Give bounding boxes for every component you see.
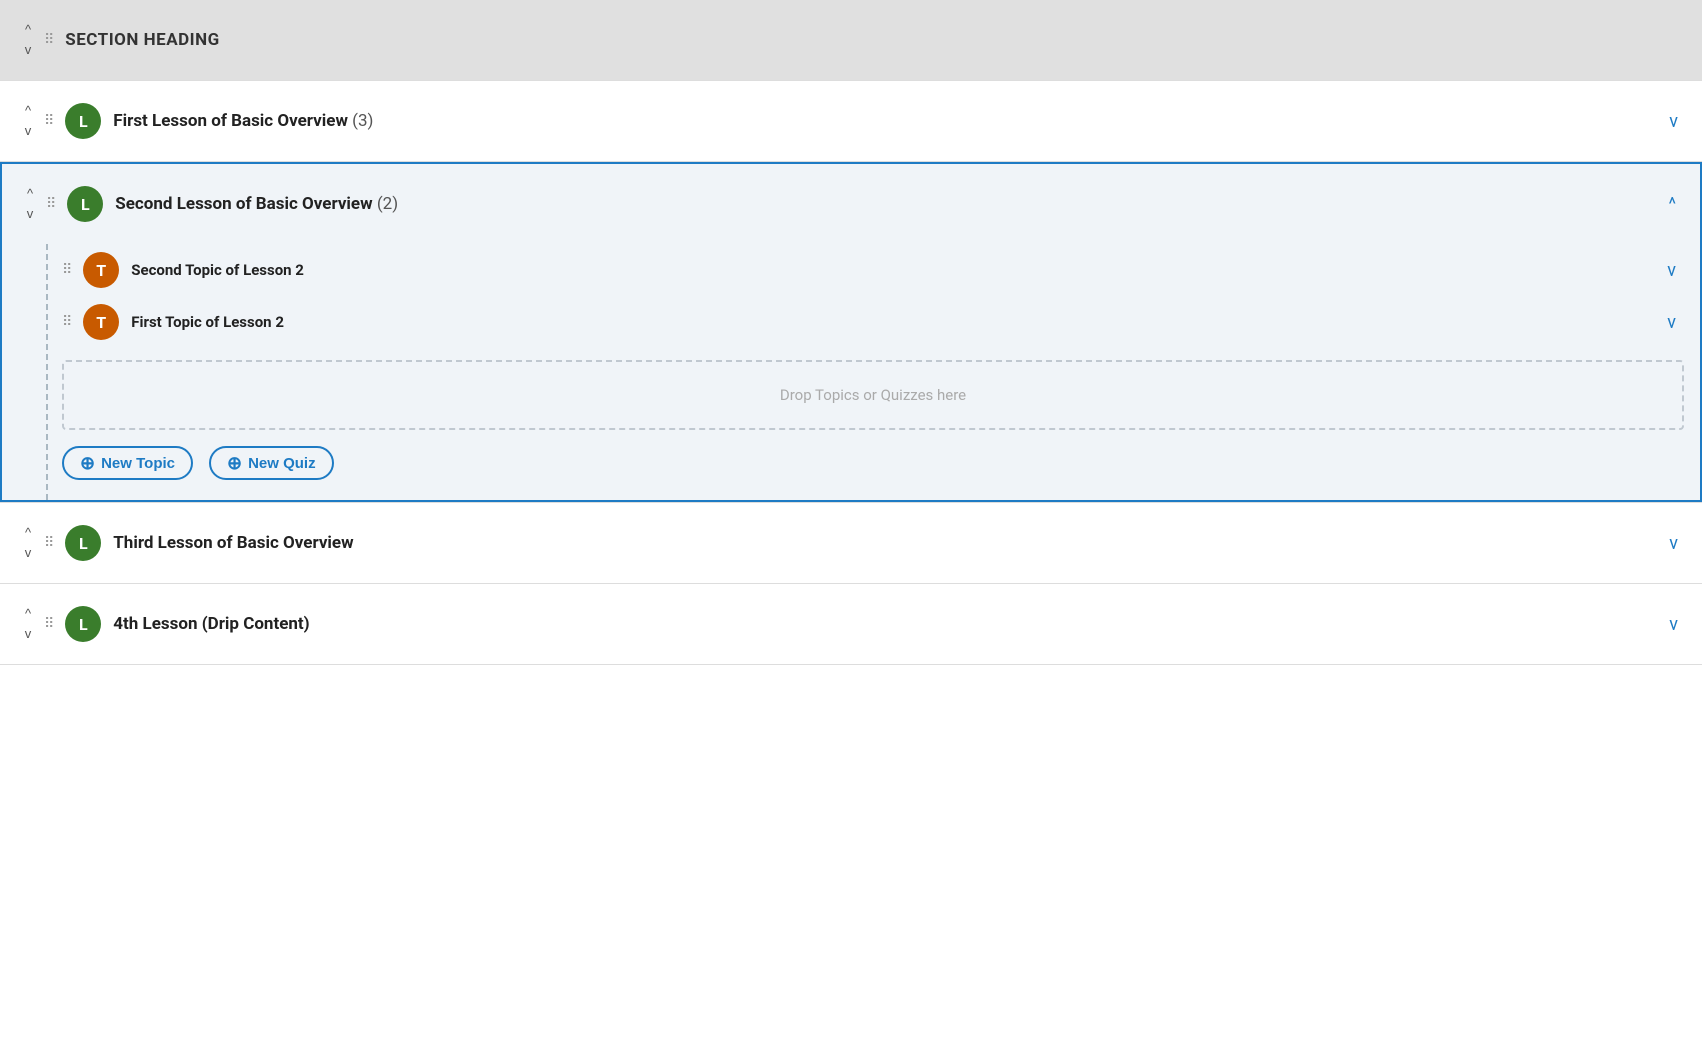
lesson-2-arrow-col: ^ v [18, 184, 42, 223]
lesson-1-block: ^ v ⠿ L First Lesson of Basic Overview (… [0, 81, 1702, 162]
lesson-1-down-btn[interactable]: v [21, 121, 36, 141]
course-list: ^ v ⠿ SECTION HEADING ^ v ⠿ L First Less… [0, 0, 1702, 665]
lesson-3-row: ^ v ⠿ L Third Lesson of Basic Overview v [0, 503, 1702, 583]
lesson-2-up-btn[interactable]: ^ [23, 184, 37, 204]
topic-2-chevron[interactable]: v [1659, 308, 1684, 337]
lesson-3-avatar: L [65, 525, 101, 561]
lesson-3-chevron[interactable]: v [1661, 529, 1686, 558]
lesson-2-block: ^ v ⠿ L Second Lesson of Basic Overview … [0, 162, 1702, 503]
lesson-1-title: First Lesson of Basic Overview (3) [113, 111, 1661, 131]
lesson-3-title: Third Lesson of Basic Overview [113, 533, 1661, 553]
lesson-1-row: ^ v ⠿ L First Lesson of Basic Overview (… [0, 81, 1702, 161]
lesson-2-avatar: L [67, 186, 103, 222]
new-topic-label: New Topic [101, 455, 175, 472]
lesson-4-title: 4th Lesson (Drip Content) [113, 614, 1661, 634]
lesson-4-row: ^ v ⠿ L 4th Lesson (Drip Content) v [0, 584, 1702, 664]
section-up-btn[interactable]: ^ [21, 20, 35, 40]
lesson-1-arrow-col: ^ v [16, 101, 40, 140]
lesson-4-arrow-col: ^ v [16, 604, 40, 643]
lesson-3-up-btn[interactable]: ^ [21, 523, 35, 543]
lesson-1-avatar: L [65, 103, 101, 139]
add-buttons-area: ⊕ New Topic ⊕ New Quiz [62, 442, 1684, 484]
lesson-1-drag-handle[interactable]: ⠿ [44, 113, 55, 129]
section-down-btn[interactable]: v [21, 40, 36, 60]
new-topic-button[interactable]: ⊕ New Topic [62, 446, 193, 480]
lesson-2-children: ⠿ T Second Topic of Lesson 2 v ⠿ T First… [2, 244, 1700, 500]
topic-1-title: Second Topic of Lesson 2 [131, 261, 1659, 279]
new-quiz-label: New Quiz [248, 455, 316, 472]
section-heading-title: SECTION HEADING [65, 30, 219, 50]
topic-1-chevron[interactable]: v [1659, 256, 1684, 285]
section-drag-handle[interactable]: ⠿ [44, 32, 55, 48]
lesson-4-block: ^ v ⠿ L 4th Lesson (Drip Content) v [0, 584, 1702, 665]
lesson-2-chevron[interactable]: ^ [1660, 190, 1684, 219]
topic-row-1: ⠿ T Second Topic of Lesson 2 v [62, 244, 1684, 296]
new-quiz-button[interactable]: ⊕ New Quiz [209, 446, 334, 480]
lesson-2-title: Second Lesson of Basic Overview (2) [115, 194, 1660, 214]
lesson-3-arrow-col: ^ v [16, 523, 40, 562]
new-topic-plus-icon: ⊕ [80, 454, 95, 472]
topic-2-title: First Topic of Lesson 2 [131, 313, 1659, 331]
section-heading-row: ^ v ⠿ SECTION HEADING [0, 0, 1702, 80]
lesson-3-block: ^ v ⠿ L Third Lesson of Basic Overview v [0, 503, 1702, 584]
lesson-2-down-btn[interactable]: v [23, 204, 38, 224]
topic-1-avatar: T [83, 252, 119, 288]
topic-2-drag-handle[interactable]: ⠿ [62, 314, 73, 330]
new-quiz-plus-icon: ⊕ [227, 454, 242, 472]
topic-2-avatar: T [83, 304, 119, 340]
section-heading-block: ^ v ⠿ SECTION HEADING [0, 0, 1702, 81]
lesson-4-drag-handle[interactable]: ⠿ [44, 616, 55, 632]
section-arrow-col: ^ v [16, 20, 40, 59]
lesson-1-up-btn[interactable]: ^ [21, 101, 35, 121]
lesson-3-drag-handle[interactable]: ⠿ [44, 535, 55, 551]
lesson-2-top-bar: ^ v ⠿ L Second Lesson of Basic Overview … [2, 164, 1700, 244]
lesson-1-chevron[interactable]: v [1661, 107, 1686, 136]
lesson-4-chevron[interactable]: v [1661, 610, 1686, 639]
topic-1-drag-handle[interactable]: ⠿ [62, 262, 73, 278]
lesson-4-up-btn[interactable]: ^ [21, 604, 35, 624]
lesson-4-down-btn[interactable]: v [21, 624, 36, 644]
lesson-4-avatar: L [65, 606, 101, 642]
lesson-3-down-btn[interactable]: v [21, 543, 36, 563]
lesson-2-expanded: ^ v ⠿ L Second Lesson of Basic Overview … [0, 162, 1702, 502]
drop-zone: Drop Topics or Quizzes here [62, 360, 1684, 430]
lesson-2-drag-handle[interactable]: ⠿ [46, 196, 57, 212]
topic-row-2: ⠿ T First Topic of Lesson 2 v [62, 296, 1684, 348]
